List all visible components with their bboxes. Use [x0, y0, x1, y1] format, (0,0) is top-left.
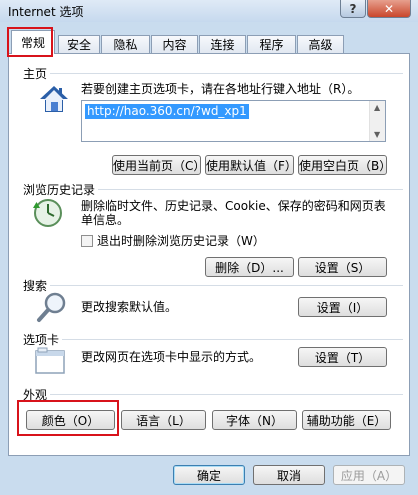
apply-button[interactable]: 应用（A） [333, 465, 405, 485]
use-default-button[interactable]: 使用默认值（F） [205, 155, 297, 175]
tab-label: 内容 [162, 38, 187, 52]
tab-general[interactable]: 常规 [11, 30, 55, 54]
tabs-section-description: 更改网页在选项卡中显示的方式。 [81, 350, 262, 364]
languages-button[interactable]: 语言（L） [121, 410, 206, 430]
accessibility-button[interactable]: 辅助功能（E） [302, 410, 391, 430]
tab-label: 高级 [308, 38, 333, 52]
scroll-down-icon[interactable]: ▼ [374, 130, 380, 139]
homepage-scrollbar[interactable]: ▲ ▼ [369, 101, 385, 141]
history-clock-icon [33, 199, 62, 227]
tab-label: 隐私 [113, 38, 138, 52]
tab-label: 程序 [259, 38, 284, 52]
divider [23, 285, 403, 286]
history-description: 删除临时文件、历史记录、Cookie、保存的密码和网页表单信息。 [81, 199, 386, 227]
magnifier-icon [37, 292, 66, 322]
ok-button[interactable]: 确定 [173, 465, 245, 485]
cancel-button[interactable]: 取消 [253, 465, 325, 485]
divider [23, 394, 403, 395]
appearance-label: 外观 [23, 386, 51, 403]
close-button[interactable]: ✕ [367, 0, 411, 18]
history-settings-button[interactable]: 设置（S） [298, 257, 387, 277]
tab-label: 连接 [210, 38, 235, 52]
colors-button[interactable]: 颜色（O） [26, 410, 115, 430]
homepage-description: 若要创建主页选项卡，请在各地址行键入地址（R）。 [81, 82, 360, 96]
general-panel: 主页 若要创建主页选项卡，请在各地址行键入地址（R）。 http://hao.3… [8, 53, 410, 456]
homepage-url-text: http://hao.360.cn/?wd_xp1 [85, 104, 249, 119]
delete-on-exit-label: 退出时删除浏览历史记录（W） [97, 234, 265, 248]
delete-on-exit-checkbox[interactable] [81, 235, 93, 247]
search-description: 更改搜索默认值。 [81, 300, 178, 314]
tabbed-window-icon [35, 347, 65, 374]
tab-content[interactable]: 内容 [151, 35, 198, 53]
use-blank-button[interactable]: 使用空白页（B） [298, 155, 391, 175]
tab-label: 常规 [20, 36, 45, 50]
fonts-button[interactable]: 字体（N） [212, 410, 297, 430]
divider [23, 339, 403, 340]
tab-advanced[interactable]: 高级 [297, 35, 344, 53]
close-icon: ✕ [383, 1, 395, 16]
help-icon: ? [349, 1, 357, 16]
window-title: Internet 选项 [8, 5, 84, 19]
delete-history-button[interactable]: 删除（D）... [205, 257, 294, 277]
divider [23, 73, 403, 74]
tab-privacy[interactable]: 隐私 [101, 35, 150, 53]
home-icon [40, 86, 68, 112]
use-current-button[interactable]: 使用当前页（C） [112, 155, 205, 175]
tab-programs[interactable]: 程序 [247, 35, 296, 53]
tab-label: 安全 [66, 38, 91, 52]
help-button[interactable]: ? [340, 0, 366, 18]
tab-connections[interactable]: 连接 [199, 35, 246, 53]
search-settings-button[interactable]: 设置（I） [298, 297, 387, 317]
scroll-up-icon[interactable]: ▲ [374, 103, 380, 112]
title-bar: Internet 选项 ? ✕ [0, 0, 418, 22]
tabs-settings-button[interactable]: 设置（T） [298, 347, 387, 367]
homepage-label: 主页 [23, 65, 51, 82]
tab-security[interactable]: 安全 [58, 35, 100, 53]
homepage-url-input[interactable]: http://hao.360.cn/?wd_xp1 ▲ ▼ [81, 100, 386, 142]
